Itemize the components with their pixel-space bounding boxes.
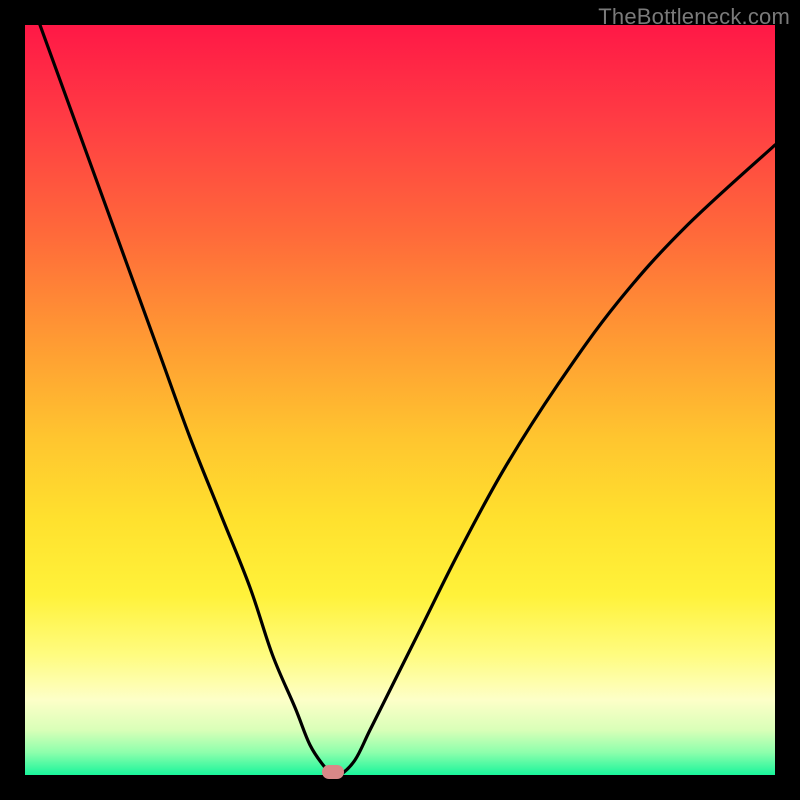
optimal-point-marker [322,765,344,779]
plot-area [25,25,775,775]
chart-frame: TheBottleneck.com [0,0,800,800]
bottleneck-curve [25,25,775,775]
